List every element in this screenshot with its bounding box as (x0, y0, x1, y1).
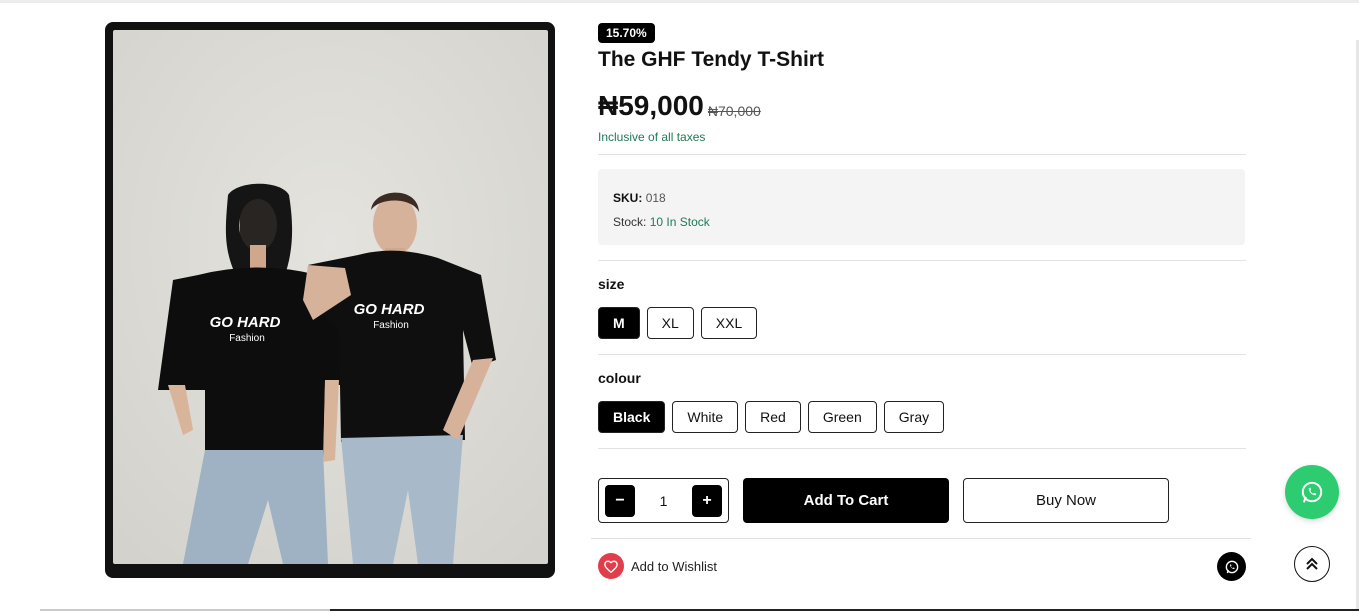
tax-note: Inclusive of all taxes (598, 130, 706, 144)
divider (598, 354, 1246, 355)
quantity-value[interactable]: 1 (660, 493, 668, 509)
colour-option-red[interactable]: Red (745, 401, 801, 433)
shirt-print-left: GO HARD (210, 314, 281, 331)
colour-options: Black White Red Green Gray (598, 401, 945, 433)
sku-label: SKU: (613, 191, 643, 205)
double-chevron-up-icon[interactable] (1294, 546, 1330, 582)
divider (591, 538, 1251, 539)
price-row: ₦59,000 ₦70,000 (598, 89, 761, 123)
colour-label: colour (598, 370, 641, 386)
stock-value: 10 In Stock (649, 215, 710, 229)
sku-line: SKU: 018 (613, 189, 1230, 213)
add-to-wishlist[interactable]: Add to Wishlist (598, 553, 717, 579)
shirt-print-right: GO HARD (354, 301, 425, 318)
divider (598, 154, 1246, 155)
colour-option-gray[interactable]: Gray (883, 401, 945, 433)
buy-now-button[interactable]: Buy Now (963, 478, 1169, 523)
stock-line: Stock: 10 In Stock (613, 213, 1230, 237)
wishlist-label: Add to Wishlist (631, 558, 717, 574)
shirt-print-left-sub: Fashion (229, 333, 265, 344)
whatsapp-share-icon[interactable] (1217, 552, 1246, 581)
size-options: M XL XXL (598, 307, 758, 339)
product-title: The GHF Tendy T-Shirt (598, 48, 824, 71)
old-price: ₦70,000 (707, 103, 761, 119)
add-to-cart-button[interactable]: Add To Cart (743, 478, 949, 523)
current-price: ₦59,000 (598, 90, 704, 121)
top-border (0, 0, 1359, 3)
quantity-stepper: − 1 + (598, 478, 729, 523)
colour-option-black[interactable]: Black (598, 401, 666, 433)
sku-value: 018 (645, 191, 666, 205)
size-option-m[interactable]: M (598, 307, 640, 339)
colour-option-green[interactable]: Green (807, 401, 877, 433)
product-photo: GO HARD Fashion GO HARD Fashion (113, 30, 548, 564)
size-label: size (598, 276, 625, 292)
product-photo-illustration: GO HARD Fashion GO HARD Fashion (113, 30, 548, 564)
stock-label: Stock: (613, 215, 647, 229)
product-meta-box: SKU: 018 Stock: 10 In Stock (598, 169, 1245, 245)
colour-option-white[interactable]: White (672, 401, 739, 433)
whatsapp-chat-icon[interactable] (1285, 465, 1339, 519)
product-image-frame[interactable]: GO HARD Fashion GO HARD Fashion (105, 22, 555, 578)
size-option-xxl[interactable]: XXL (700, 307, 758, 339)
divider (598, 260, 1246, 261)
heart-icon (598, 553, 624, 579)
quantity-increase-button[interactable]: + (691, 484, 722, 517)
divider (598, 448, 1246, 449)
discount-badge: 15.70% (598, 23, 655, 43)
size-option-xl[interactable]: XL (646, 307, 694, 339)
shirt-print-right-sub: Fashion (373, 320, 409, 331)
quantity-decrease-button[interactable]: − (605, 484, 635, 517)
